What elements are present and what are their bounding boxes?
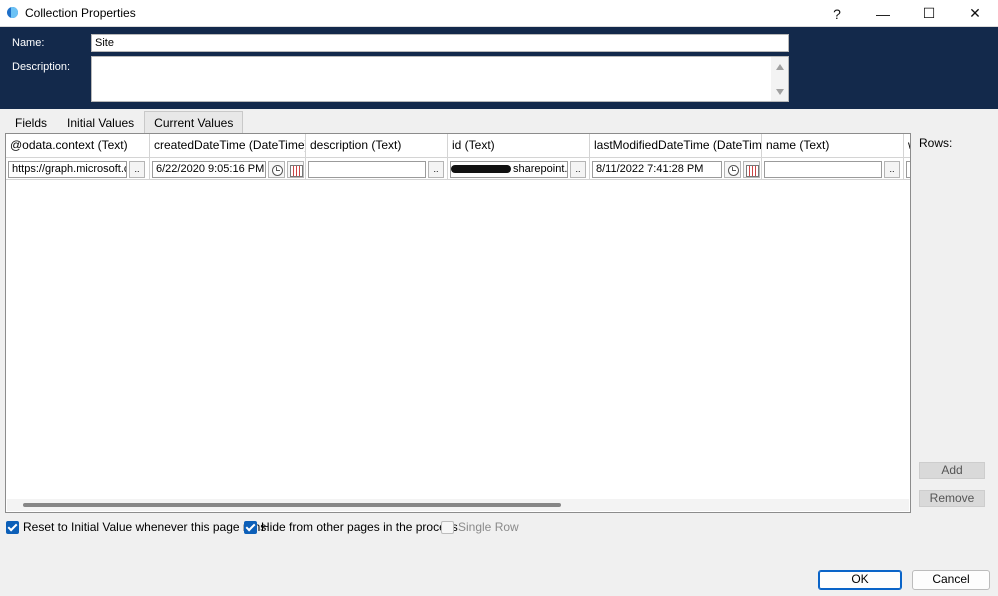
values-grid[interactable]: @odata.context (Text) createdDateTime (D…: [5, 133, 911, 513]
column-header-last-modified[interactable]: lastModifiedDateTime (DateTime): [590, 134, 762, 158]
rows-label: Rows:: [919, 136, 953, 150]
clock-icon[interactable]: [724, 161, 741, 178]
tab-current-values[interactable]: Current Values: [144, 111, 244, 133]
column-header-id[interactable]: id (Text): [448, 134, 590, 158]
window-title: Collection Properties: [25, 6, 136, 20]
redaction-mark: [451, 165, 511, 173]
column-header-odata-context[interactable]: @odata.context (Text): [6, 134, 150, 158]
hide-checkbox[interactable]: [244, 520, 257, 534]
description-ellipsis-button[interactable]: ..: [428, 161, 444, 178]
table-cell-created: 6/22/2020 9:05:16 PM: [150, 158, 306, 180]
reset-option[interactable]: Reset to Initial Value whenever this pag…: [6, 520, 266, 534]
last-modified-input[interactable]: 8/11/2022 7:41:28 PM: [592, 161, 722, 178]
description-cell-input[interactable]: [308, 161, 426, 178]
table-cell-id: sharepoint.co ..: [448, 158, 590, 180]
column-header-next[interactable]: w: [904, 134, 910, 158]
scrollbar-thumb[interactable]: [23, 503, 561, 507]
reset-checkbox[interactable]: [6, 520, 19, 534]
name-cell-input[interactable]: [764, 161, 882, 178]
tab-strip: Fields Initial Values Current Values: [5, 111, 244, 133]
column-header-created-datetime[interactable]: createdDateTime (DateTime): [150, 134, 306, 158]
scroll-down-icon[interactable]: [776, 89, 784, 95]
horizontal-scrollbar[interactable]: [7, 499, 909, 511]
created-datetime-input[interactable]: 6/22/2020 9:05:16 PM: [152, 161, 266, 178]
window-controls: ? — ☐ ✕: [814, 0, 998, 27]
hide-option[interactable]: Hide from other pages in the process: [244, 520, 458, 534]
column-header-name[interactable]: name (Text): [762, 134, 904, 158]
calendar-icon[interactable]: [743, 161, 760, 178]
clock-icon[interactable]: [268, 161, 285, 178]
name-ellipsis-button[interactable]: ..: [884, 161, 900, 178]
title-bar[interactable]: Collection Properties ? — ☐ ✕: [0, 0, 998, 27]
next-cell-input[interactable]: [906, 161, 910, 178]
tab-initial-values[interactable]: Initial Values: [57, 111, 144, 132]
table-cell-odata-context: https://graph.microsoft.co ..: [6, 158, 150, 180]
hide-label: Hide from other pages in the process: [261, 520, 458, 534]
column-header-description[interactable]: description (Text): [306, 134, 448, 158]
tab-fields[interactable]: Fields: [5, 111, 57, 132]
app-logo-icon: [6, 6, 20, 20]
single-row-option[interactable]: Single Row: [441, 520, 519, 534]
description-label: Description:: [12, 61, 71, 73]
table-cell-description: ..: [306, 158, 448, 180]
single-row-label: Single Row: [458, 520, 519, 534]
calendar-icon[interactable]: [287, 161, 304, 178]
reset-label: Reset to Initial Value whenever this pag…: [23, 520, 267, 534]
description-scrollbar[interactable]: [771, 57, 788, 101]
table-cell-name: ..: [762, 158, 904, 180]
scroll-up-icon[interactable]: [776, 64, 784, 70]
remove-button[interactable]: Remove: [919, 490, 985, 507]
odata-context-ellipsis-button[interactable]: ..: [129, 161, 145, 178]
cancel-button[interactable]: Cancel: [912, 570, 990, 590]
single-row-checkbox[interactable]: [441, 520, 454, 534]
id-ellipsis-button[interactable]: ..: [570, 161, 586, 178]
table-cell-last-modified: 8/11/2022 7:41:28 PM: [590, 158, 762, 180]
ok-button[interactable]: OK: [818, 570, 902, 590]
close-button[interactable]: ✕: [952, 0, 998, 27]
help-button[interactable]: ?: [814, 0, 860, 27]
name-input[interactable]: Site: [91, 34, 789, 52]
table-cell-next: [904, 158, 910, 180]
odata-context-input[interactable]: https://graph.microsoft.co: [8, 161, 127, 178]
name-label: Name:: [12, 37, 45, 49]
minimize-button[interactable]: —: [860, 0, 906, 27]
add-button[interactable]: Add: [919, 462, 985, 479]
maximize-button[interactable]: ☐: [906, 0, 952, 27]
properties-header: Name: Site Description:: [0, 27, 998, 109]
description-input[interactable]: [91, 56, 789, 102]
